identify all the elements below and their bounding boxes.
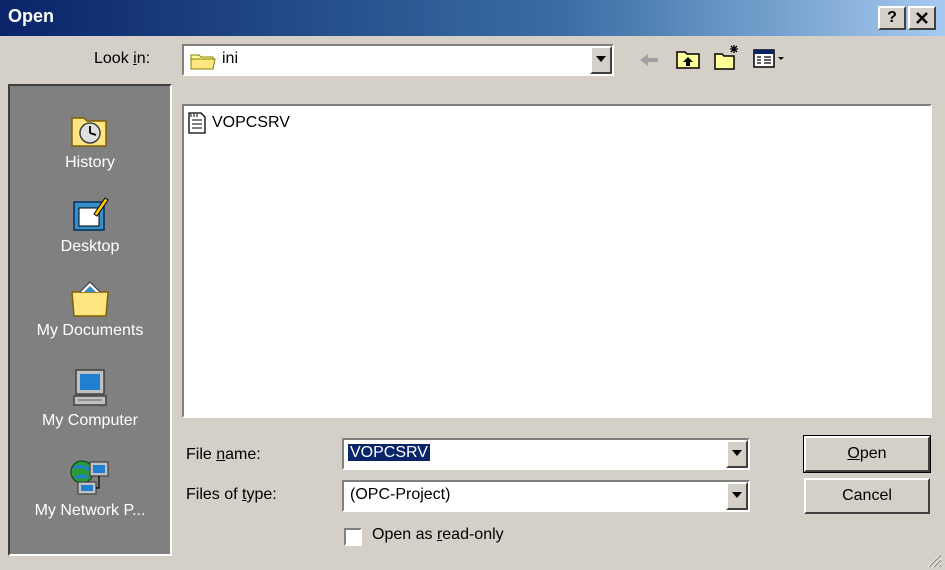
place-my-computer[interactable]: My Computer	[10, 368, 170, 430]
look-in-dropdown-button[interactable]	[590, 46, 612, 74]
my-documents-icon	[71, 281, 109, 317]
file-name-dropdown-button[interactable]	[726, 440, 748, 468]
chevron-down-icon	[596, 56, 606, 62]
place-my-network-places[interactable]: My Network P...	[10, 458, 170, 520]
close-button[interactable]	[908, 6, 936, 30]
file-name-input[interactable]: VOPCSRV	[348, 444, 430, 462]
chevron-down-icon	[732, 492, 742, 498]
file-name: VOPCSRV	[212, 114, 290, 131]
new-folder-button[interactable]	[712, 42, 742, 72]
look-in-combo[interactable]: ini	[182, 44, 614, 76]
my-network-places-icon	[70, 460, 109, 495]
place-label: Desktop	[60, 238, 120, 255]
views-menu-icon	[753, 49, 784, 68]
window-title: Open	[8, 6, 55, 26]
new-folder-icon	[714, 45, 738, 70]
place-label: My Documents	[36, 322, 144, 339]
file-name-combo[interactable]: VOPCSRV	[342, 438, 750, 470]
file-list[interactable]: VOPCSRV	[182, 104, 932, 418]
file-type-dropdown-button[interactable]	[726, 482, 748, 510]
look-in-label: Look in:	[94, 50, 151, 67]
chevron-down-icon	[732, 450, 742, 456]
title-bar: Open ?	[0, 0, 945, 36]
back-arrow-icon	[640, 54, 658, 66]
open-button[interactable]: Open	[803, 435, 931, 473]
file-type-value: (OPC-Project)	[350, 486, 451, 503]
up-folder-icon	[676, 51, 700, 69]
read-only-checkbox[interactable]	[344, 528, 362, 546]
ini-file-icon	[188, 112, 206, 134]
places-bar: History Desktop My Documents My Computer	[8, 84, 172, 556]
file-type-label: Files of type:	[186, 486, 277, 503]
place-my-documents[interactable]: My Documents	[10, 278, 170, 340]
up-one-level-button[interactable]	[674, 46, 702, 72]
cancel-button[interactable]: Cancel	[804, 478, 930, 514]
close-icon	[916, 12, 928, 24]
place-label: My Network P...	[34, 502, 146, 519]
place-label: History	[65, 154, 115, 171]
resize-grip-icon[interactable]	[924, 550, 942, 568]
back-button[interactable]	[636, 48, 662, 72]
place-label: My Computer	[41, 412, 139, 429]
my-computer-icon	[73, 369, 107, 406]
desktop-icon	[73, 197, 109, 231]
place-history[interactable]: History	[10, 110, 170, 172]
read-only-label: Open as read-only	[372, 526, 504, 543]
history-icon	[71, 117, 107, 147]
file-type-combo[interactable]: (OPC-Project)	[342, 480, 750, 512]
help-button[interactable]: ?	[878, 6, 906, 30]
look-in-value: ini	[222, 50, 239, 67]
folder-icon	[190, 54, 216, 70]
place-desktop[interactable]: Desktop	[10, 194, 170, 256]
file-name-label: File name:	[186, 446, 261, 463]
views-menu-button[interactable]	[752, 46, 792, 72]
